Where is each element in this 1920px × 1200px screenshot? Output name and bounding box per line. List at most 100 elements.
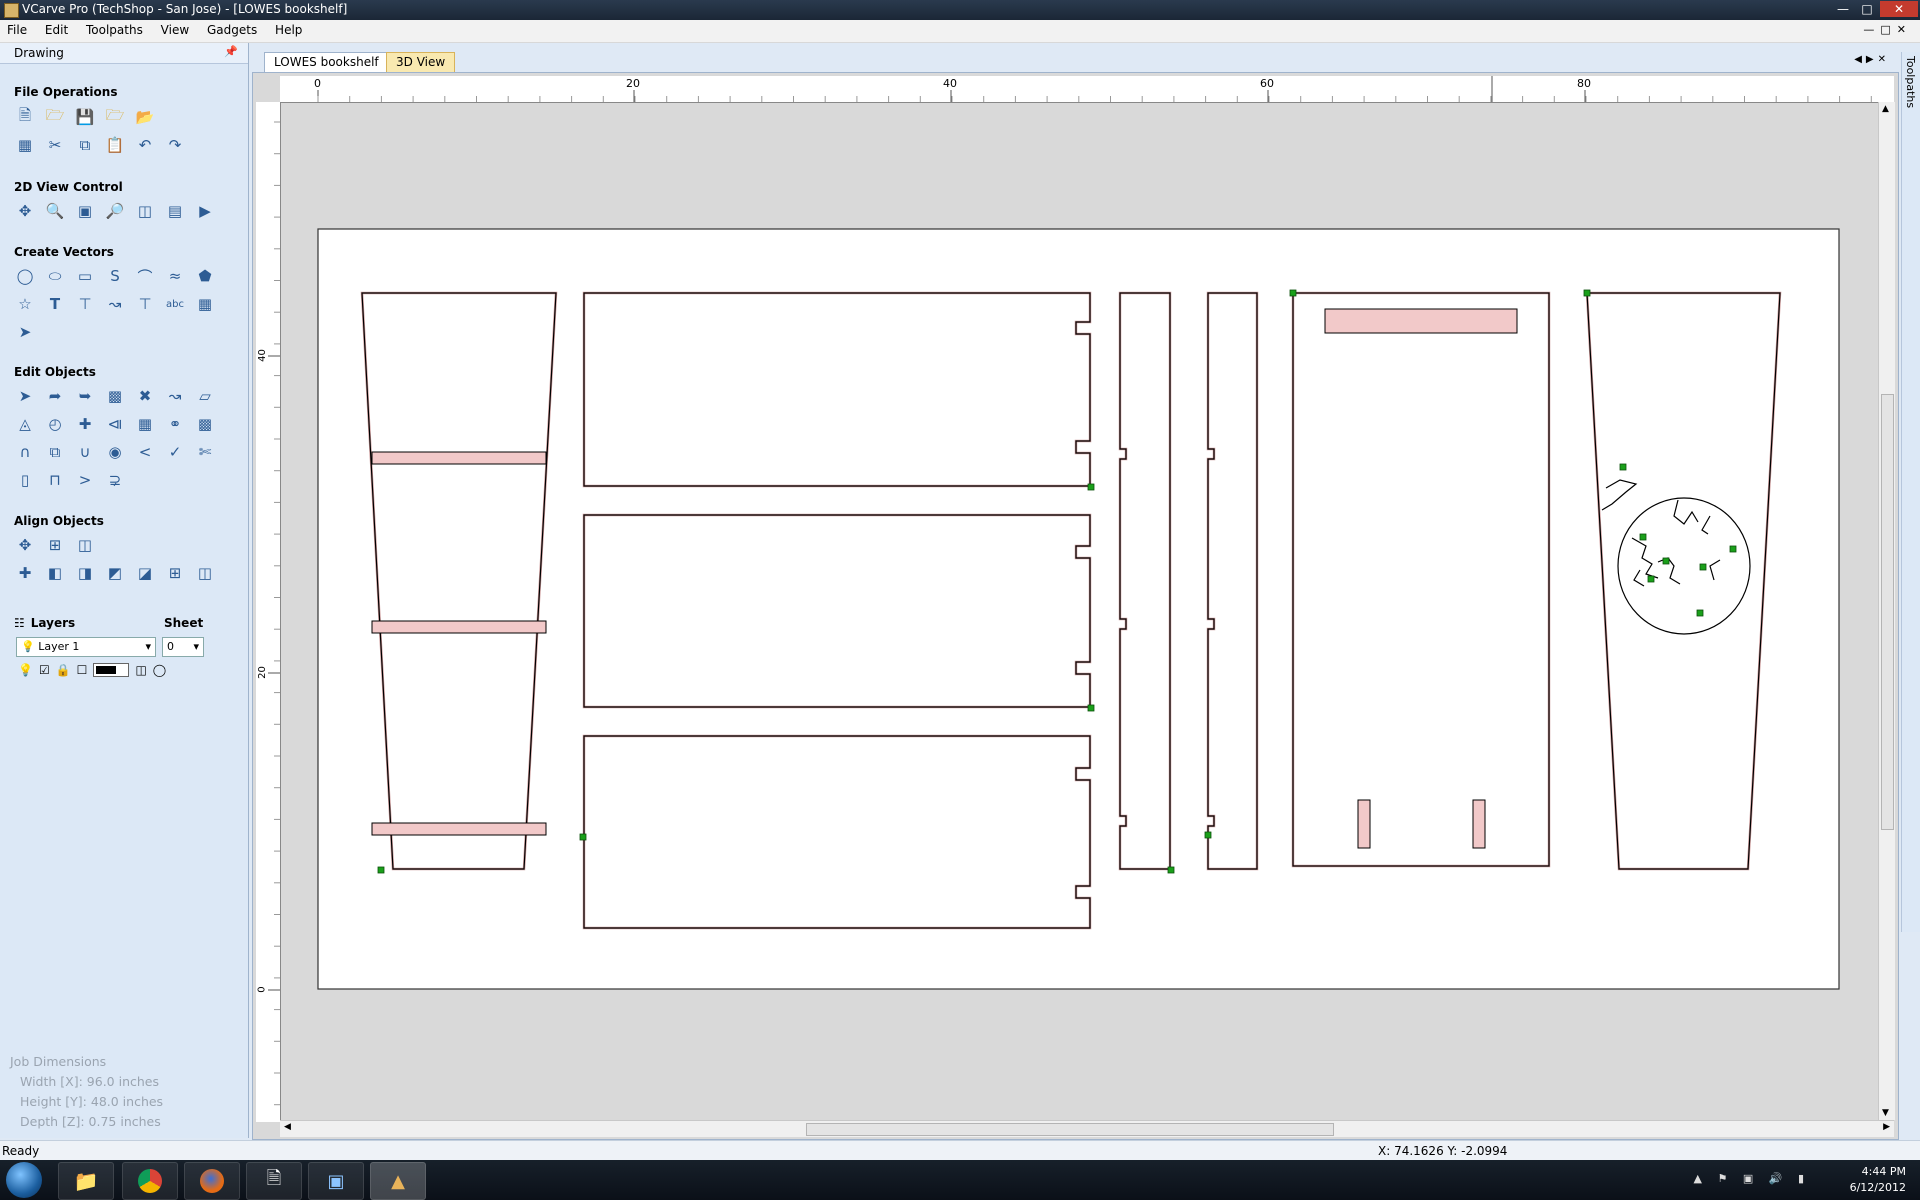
text-abc-icon[interactable]: abc [164, 293, 186, 315]
layer-check-icon[interactable]: ☑ [39, 663, 50, 677]
chevron-left-icon[interactable]: < [134, 441, 156, 463]
menu-gadgets[interactable]: Gadgets [200, 20, 264, 37]
layer-lock-icon[interactable]: 🔒 [56, 663, 71, 677]
clock[interactable]: 4:44 PM 6/12/2012 [1850, 1164, 1906, 1196]
nest-icon[interactable]: ▩ [194, 413, 216, 435]
pin-icon[interactable]: 📌 [224, 45, 238, 58]
distribute-v-icon[interactable]: ◫ [194, 562, 216, 584]
start-button[interactable] [6, 1162, 42, 1198]
view-split-icon[interactable]: ▤ [164, 200, 186, 222]
fit-curve-icon[interactable]: ⊋ [104, 469, 126, 491]
ellipse-icon[interactable]: ⬭ [44, 265, 66, 287]
photo-viewer-taskbar-icon[interactable]: ▣ [308, 1162, 364, 1200]
extend-icon[interactable]: ✓ [164, 441, 186, 463]
text-arc-icon[interactable]: ⊤ [134, 293, 156, 315]
vcarve-taskbar-icon[interactable]: ▲ [370, 1162, 426, 1200]
mdi-window-controls[interactable]: —□✕ [1863, 23, 1912, 36]
new-file-icon[interactable]: 🗎 [14, 106, 36, 128]
scroll-down-icon[interactable]: ▼ [1882, 1108, 1889, 1118]
close-vector-icon[interactable]: ⊓ [44, 469, 66, 491]
zoom-icon[interactable]: 🔍 [44, 200, 66, 222]
align-bottom-icon[interactable]: ◪ [134, 562, 156, 584]
pdf-taskbar-icon[interactable]: 🗎 [246, 1162, 302, 1200]
trim-icon[interactable]: ◉ [104, 441, 126, 463]
chrome-taskbar-icon[interactable] [122, 1162, 178, 1200]
scroll-right-icon[interactable]: ▶ [1883, 1122, 1890, 1132]
horizontal-scrollbar[interactable]: ◀ ▶ [280, 1120, 1894, 1137]
zoom-box-icon[interactable]: 🔎 [104, 200, 126, 222]
cut-icon[interactable]: ✂ [44, 134, 66, 156]
spiral-icon[interactable]: ≈ [164, 265, 186, 287]
layer-box-icon[interactable]: ☐ [77, 663, 88, 677]
maximize-icon[interactable]: □ [1856, 1, 1878, 17]
pan-icon[interactable]: ✥ [14, 200, 36, 222]
curve-icon[interactable]: ⌒ [134, 265, 156, 287]
subtract-icon[interactable]: ⧉ [44, 441, 66, 463]
star-icon[interactable]: ☆ [14, 293, 36, 315]
paste-icon[interactable]: 📋 [104, 134, 126, 156]
size-icon[interactable]: ▩ [104, 385, 126, 407]
firefox-taskbar-icon[interactable] [184, 1162, 240, 1200]
fillet-icon[interactable]: ▱ [194, 385, 216, 407]
chevron-right-icon[interactable]: > [74, 469, 96, 491]
select-all-icon[interactable]: ▦ [14, 134, 36, 156]
align-right-icon[interactable]: ◨ [74, 562, 96, 584]
layer-select[interactable]: 💡 Layer 1 ▾ [16, 637, 156, 657]
smooth-icon[interactable]: ▯ [14, 469, 36, 491]
flip-icon[interactable]: ⧏ [104, 413, 126, 435]
center-icon[interactable]: ✚ [74, 413, 96, 435]
tab-lowes-bookshelf[interactable]: LOWES bookshelf [264, 52, 389, 72]
toolpaths-side-tab[interactable]: Toolpaths [1901, 52, 1920, 932]
drawing-canvas[interactable] [280, 102, 1878, 1120]
scroll-left-icon[interactable]: ◀ [284, 1122, 291, 1132]
align-page-icon[interactable]: ✚ [14, 562, 36, 584]
open-file-icon[interactable]: 🗁 [44, 106, 66, 128]
layer-color-select[interactable] [93, 663, 130, 677]
menu-help[interactable]: Help [268, 20, 309, 37]
menu-toolpaths[interactable]: Toolpaths [79, 20, 150, 37]
zoom-all-icon[interactable]: ▣ [74, 200, 96, 222]
resize-icon[interactable]: ◴ [44, 413, 66, 435]
align-top-icon[interactable]: ◩ [104, 562, 126, 584]
circle-icon[interactable]: ◯ [14, 265, 36, 287]
vertical-scrollbar[interactable]: ▲ ▼ [1878, 102, 1895, 1120]
tab-3d-view[interactable]: 3D View [386, 52, 456, 72]
distribute-h-icon[interactable]: ⊞ [164, 562, 186, 584]
import-icon[interactable]: 🗁 [104, 106, 126, 128]
horizontal-scroll-thumb[interactable] [806, 1123, 1334, 1136]
align-hcenter-icon[interactable]: ⊞ [44, 534, 66, 556]
pocket-top[interactable] [1324, 308, 1518, 334]
text-box-icon[interactable]: ⊤ [74, 293, 96, 315]
minimize-icon[interactable]: — [1832, 1, 1854, 17]
weld-icon[interactable]: ∩ [14, 441, 36, 463]
layer-visible-icon[interactable]: 💡 [18, 663, 33, 677]
mirror-icon[interactable]: ✖ [134, 385, 156, 407]
menu-edit[interactable]: Edit [38, 20, 75, 37]
rectangle-icon[interactable]: ▭ [74, 265, 96, 287]
node-edit-icon[interactable]: ➦ [44, 385, 66, 407]
undo-icon[interactable]: ↶ [134, 134, 156, 156]
view-toggle-icon[interactable]: ▶ [194, 200, 216, 222]
redo-icon[interactable]: ↷ [164, 134, 186, 156]
import-bitmap-icon[interactable]: 📂 [134, 106, 156, 128]
align-left-icon[interactable]: ◧ [44, 562, 66, 584]
pocket-slot[interactable] [1472, 799, 1486, 849]
save-icon[interactable]: 💾 [74, 106, 96, 128]
join-icon[interactable]: ⚭ [164, 413, 186, 435]
tab-navigation[interactable]: ◀▶✕ [1854, 54, 1890, 65]
intersect-icon[interactable]: ∪ [74, 441, 96, 463]
dado-pocket[interactable] [371, 620, 547, 634]
layer-manager-icon[interactable]: ◫ [135, 663, 146, 677]
view-layout-icon[interactable]: ◫ [134, 200, 156, 222]
text-on-curve-icon[interactable]: ↝ [104, 293, 126, 315]
draw-tool-icon[interactable]: ➤ [14, 321, 36, 343]
polygon-icon[interactable]: ⬟ [194, 265, 216, 287]
polyline-icon[interactable]: S [104, 265, 126, 287]
dado-pocket[interactable] [371, 822, 547, 836]
close-icon[interactable]: ✕ [1880, 1, 1918, 17]
align-vcenter-icon[interactable]: ◫ [74, 534, 96, 556]
sheet-select[interactable]: 0 ▾ [162, 637, 204, 657]
scroll-up-icon[interactable]: ▲ [1882, 104, 1889, 114]
select-icon[interactable]: ➤ [14, 385, 36, 407]
align-center-icon[interactable]: ✥ [14, 534, 36, 556]
